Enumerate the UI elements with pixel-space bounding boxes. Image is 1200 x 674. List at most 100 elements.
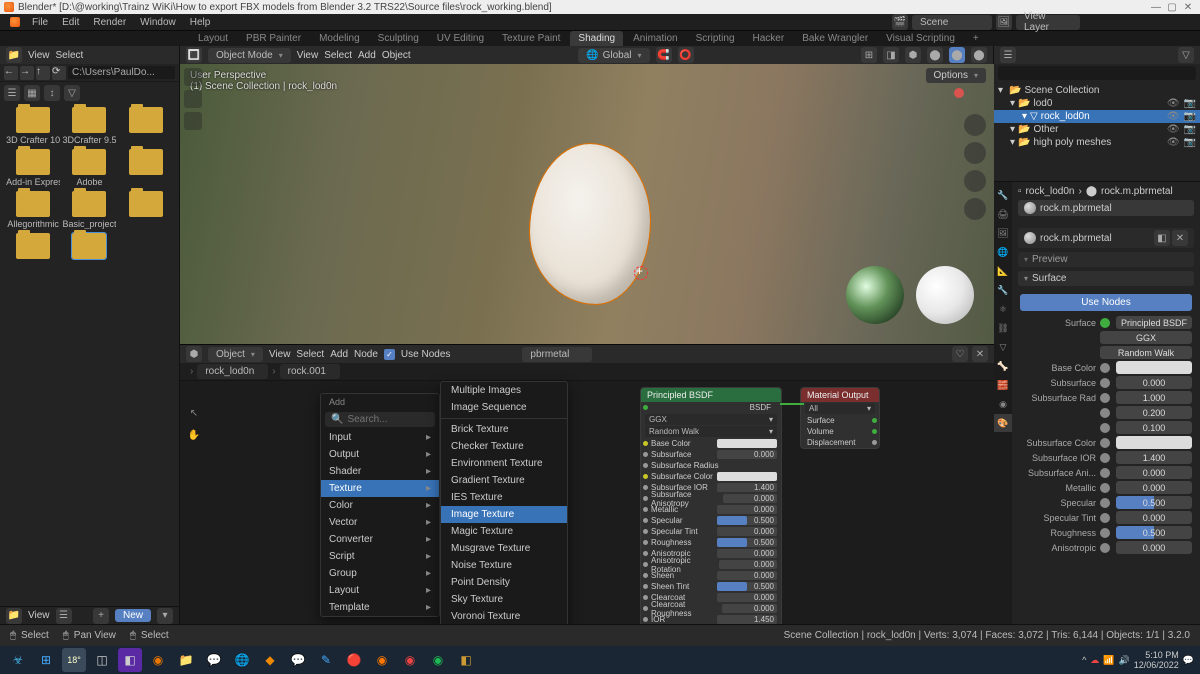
node-socket[interactable]: Specular0.500 [641, 515, 781, 526]
menu-file[interactable]: File [26, 17, 54, 28]
outliner-search[interactable] [998, 66, 1196, 80]
folder-item[interactable] [6, 233, 60, 261]
ne-close-icon[interactable]: ✕ [972, 346, 988, 362]
close-button[interactable]: ✕ [1180, 2, 1196, 13]
color-swatch[interactable] [1116, 361, 1192, 374]
property-tab[interactable]: ⚛ [994, 300, 1012, 318]
editor-type-icon[interactable]: 🔳 [186, 47, 202, 63]
add-menu-item[interactable]: Texture▸ [321, 480, 439, 497]
tree-row[interactable]: ▾▽rock_lod0n👁📷 [994, 110, 1200, 123]
spotify-icon[interactable]: ◉ [426, 648, 450, 672]
fb-view2[interactable]: View [28, 610, 50, 621]
node-socket[interactable]: Subsurface0.000 [641, 449, 781, 460]
scene-field[interactable]: Scene [912, 15, 992, 30]
shading-solid-icon[interactable]: ⬤ [927, 47, 943, 63]
workspace-tab[interactable]: Hacker [745, 31, 793, 46]
submenu-item[interactable]: Noise Texture [441, 557, 567, 574]
mode-dropdown[interactable]: Object Mode [208, 48, 291, 63]
v3d-select[interactable]: Select [324, 50, 352, 61]
workspace-tab[interactable]: UV Editing [429, 31, 492, 46]
taskview-icon[interactable]: ◫ [90, 648, 114, 672]
folder-item[interactable]: Adobe [62, 149, 116, 187]
add-menu-item[interactable]: Script▸ [321, 548, 439, 565]
submenu-item[interactable]: Image Sequence [441, 399, 567, 416]
submenu-item[interactable]: Sky Texture [441, 591, 567, 608]
node-socket[interactable]: Sheen0.000 [641, 570, 781, 581]
fb-add-icon[interactable]: + [93, 608, 109, 624]
node-socket[interactable]: Specular Tint0.000 [641, 526, 781, 537]
workspace-tab[interactable]: + [965, 31, 987, 46]
overlay-icon[interactable]: ⊞ [861, 47, 877, 63]
menu-render[interactable]: Render [87, 17, 132, 28]
filebrowser-icon[interactable]: 📁 [6, 47, 22, 63]
use-nodes-checkbox[interactable]: ✓ [384, 349, 395, 360]
tree-row[interactable]: ▾📂Other👁📷 [994, 123, 1200, 136]
value-field[interactable]: 0.200 [1116, 406, 1192, 419]
add-menu-item[interactable]: Output▸ [321, 446, 439, 463]
fb-view[interactable]: View [28, 50, 50, 61]
add-menu-item[interactable]: Group▸ [321, 565, 439, 582]
scene-icon[interactable]: 🎬 [892, 14, 908, 30]
tool-cursor-icon[interactable] [184, 90, 202, 108]
submenu-item[interactable]: Magic Texture [441, 523, 567, 540]
material-slot[interactable]: rock.m.pbrmetal [1018, 200, 1194, 216]
unlink-icon[interactable]: ✕ [1172, 230, 1188, 246]
value-field[interactable]: 0.000 [1116, 511, 1192, 524]
tool-select-icon[interactable] [184, 68, 202, 86]
sort-icon[interactable]: ↕ [44, 85, 60, 101]
ne-view[interactable]: View [269, 349, 291, 360]
outliner-icon[interactable]: ☰ [1000, 47, 1016, 63]
app-icon[interactable]: 💬 [202, 648, 226, 672]
node-socket[interactable]: Roughness0.500 [641, 537, 781, 548]
tree-row[interactable]: ▾📂Scene Collection [994, 84, 1200, 97]
folder-item[interactable]: Add-in Expres [6, 149, 60, 187]
node-principled-bsdf[interactable]: Principled BSDF BSDF GGX▾ Random Walk▾ B… [640, 387, 782, 624]
app-icon[interactable]: ✎ [314, 648, 338, 672]
workspace-tab[interactable]: Visual Scripting [878, 31, 963, 46]
render-icon[interactable]: 📷 [1184, 137, 1196, 148]
viewport-3d[interactable]: User Perspective (1) Scene Collection | … [180, 64, 994, 344]
ne-add[interactable]: Add [330, 349, 348, 360]
fb-open-icon[interactable]: ▾ [157, 608, 173, 624]
eye-icon[interactable]: 👁 [1167, 111, 1180, 122]
submenu-item[interactable]: Voronoi Texture [441, 608, 567, 624]
subsurf-method-select[interactable]: Random Walk [1100, 346, 1192, 359]
add-menu-item[interactable]: Vector▸ [321, 514, 439, 531]
folder-item[interactable]: 3D Crafter 10. [6, 107, 60, 145]
value-field[interactable]: 1.000 [1116, 391, 1192, 404]
property-tab[interactable]: ▽ [994, 338, 1012, 356]
property-tab[interactable]: 📐 [994, 262, 1012, 280]
submenu-item[interactable]: Environment Texture [441, 455, 567, 472]
node-socket[interactable]: Subsurface Anisotropy0.000 [641, 493, 781, 504]
shading-render-icon[interactable]: ⬤ [971, 47, 987, 63]
node-type-dropdown[interactable]: Object [208, 347, 263, 362]
snap-icon[interactable]: 🧲 [656, 47, 672, 63]
submenu-item[interactable]: Multiple Images [441, 382, 567, 399]
persp-icon[interactable] [964, 198, 986, 220]
property-tab[interactable]: 🧱 [994, 376, 1012, 394]
submenu-item[interactable]: IES Texture [441, 489, 567, 506]
viewlayer-icon[interactable]: 🖼 [996, 14, 1012, 30]
preview-panel[interactable]: Preview [1018, 252, 1194, 267]
workspace-tab[interactable]: Layout [190, 31, 236, 46]
filter2-icon[interactable]: ▽ [64, 85, 80, 101]
workspace-tab[interactable]: Animation [625, 31, 685, 46]
node-socket[interactable]: Sheen Tint0.500 [641, 581, 781, 592]
property-tab[interactable]: 🦴 [994, 357, 1012, 375]
shading-matprev-icon[interactable]: ⬤ [949, 47, 965, 63]
new-button[interactable]: New [115, 609, 151, 622]
fb-menu-icon[interactable]: ☰ [56, 608, 72, 624]
node-editor-icon[interactable]: ⬢ [186, 346, 202, 362]
bc-mesh[interactable]: rock.001 [280, 364, 340, 379]
edge-icon[interactable]: 🌐 [230, 648, 254, 672]
submenu-item[interactable]: Gradient Texture [441, 472, 567, 489]
app-icon[interactable]: ◧ [454, 648, 478, 672]
tray-vol-icon[interactable]: 🔊 [1119, 655, 1130, 666]
property-tab[interactable]: 🌐 [994, 243, 1012, 261]
add-menu-item[interactable]: Input▸ [321, 429, 439, 446]
folder-item[interactable]: Basic_project [62, 191, 116, 229]
node-socket[interactable]: Anisotropic Rotation0.000 [641, 559, 781, 570]
submenu-item[interactable]: Image Texture [441, 506, 567, 523]
target-select[interactable]: All▾ [805, 403, 875, 414]
submenu-item[interactable]: Brick Texture [441, 421, 567, 438]
